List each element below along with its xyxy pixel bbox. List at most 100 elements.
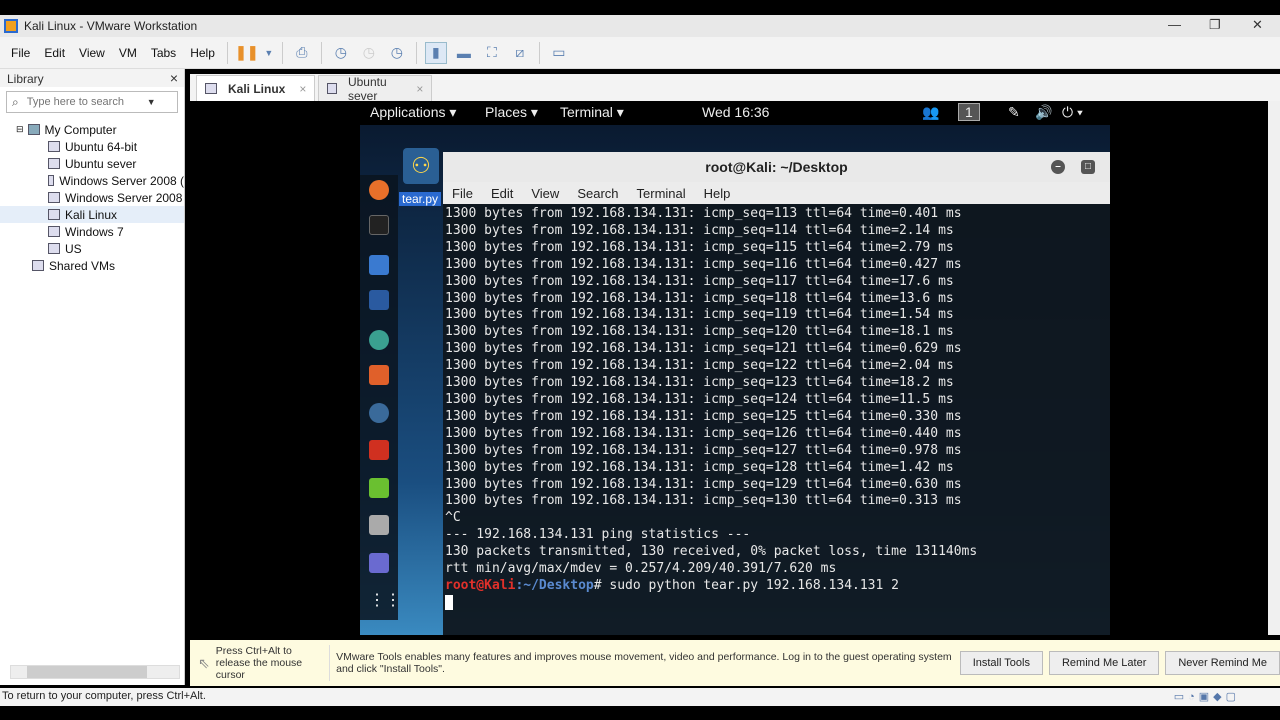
files-icon[interactable] xyxy=(369,255,389,275)
vm-scrollbar[interactable] xyxy=(1268,101,1280,635)
status-text: To return to your computer, press Ctrl+A… xyxy=(2,690,206,702)
python-file-icon[interactable]: ⚇ xyxy=(403,148,439,184)
ping-line: 1300 bytes from 192.168.134.131: icmp_se… xyxy=(445,273,954,289)
screenshot-icon[interactable] xyxy=(369,515,389,535)
tab-ubuntu-sever[interactable]: Ubuntu sever × xyxy=(318,75,433,103)
terminal-menu-view[interactable]: View xyxy=(522,186,568,201)
close-button[interactable]: ✕ xyxy=(1252,17,1263,33)
send-ctrl-alt-del-icon[interactable]: ⎙ xyxy=(291,42,313,64)
snapshot-manager-icon[interactable]: ◷ xyxy=(386,42,408,64)
menu-help[interactable]: Help xyxy=(183,46,222,60)
places-menu[interactable]: Places ▾ xyxy=(485,104,538,121)
ping-line: 1300 bytes from 192.168.134.131: icmp_se… xyxy=(445,206,962,221)
interrupt-line: ^C xyxy=(445,510,461,526)
pen-icon[interactable]: ✎ xyxy=(1008,104,1020,121)
install-tools-button[interactable]: Install Tools xyxy=(959,651,1043,675)
ping-line: 1300 bytes from 192.168.134.131: icmp_se… xyxy=(445,358,954,374)
status-bar: To return to your computer, press Ctrl+A… xyxy=(0,688,1280,706)
maltego-icon[interactable] xyxy=(369,403,389,423)
chevron-down-icon[interactable]: ▼ xyxy=(147,97,156,107)
notes-icon[interactable] xyxy=(369,553,389,573)
terminal-menu-edit[interactable]: Edit xyxy=(482,186,522,201)
console-view-icon[interactable]: ▭ xyxy=(548,42,570,64)
tree-item-vm[interactable]: Windows Server 2008 ( xyxy=(0,172,184,189)
close-tab-icon[interactable]: × xyxy=(416,82,423,96)
clock[interactable]: Wed 16:36 xyxy=(702,104,769,120)
terminal-menu[interactable]: Terminal ▾ xyxy=(560,104,624,121)
menu-view[interactable]: View xyxy=(72,46,112,60)
metasploit-icon[interactable] xyxy=(369,290,389,310)
workspace-indicator[interactable]: 1 xyxy=(958,103,980,121)
fullscreen-icon[interactable]: ⛶ xyxy=(481,42,503,64)
desktop-file-label[interactable]: tear.py xyxy=(399,192,442,206)
terminal-window: root@Kali: ~/Desktop – □ File Edit View … xyxy=(443,152,1110,635)
menu-bar: File Edit View VM Tabs Help ❚❚ ▼ ⎙ ◷ ◷ ◷… xyxy=(0,37,1280,69)
close-tab-icon[interactable]: × xyxy=(299,82,306,96)
thumbnail-bar-icon[interactable]: ▬ xyxy=(453,42,475,64)
revert-snapshot-icon[interactable]: ◷ xyxy=(358,42,380,64)
power-icon[interactable]: ⏻ ▾ xyxy=(1062,104,1083,121)
terminal-menu-bar: File Edit View Search Terminal Help xyxy=(443,182,1110,204)
tree-item-vm[interactable]: US xyxy=(0,240,184,257)
device-icons[interactable]: ▭◔▣◆▢ xyxy=(1174,690,1240,703)
never-remind-button[interactable]: Never Remind Me xyxy=(1165,651,1280,675)
terminal-icon[interactable] xyxy=(369,215,389,235)
library-horizontal-scrollbar[interactable] xyxy=(10,665,180,679)
ping-line: 1300 bytes from 192.168.134.131: icmp_se… xyxy=(445,341,962,357)
tree-item-my-computer[interactable]: ⊟ My Computer xyxy=(0,121,184,138)
ping-line: 1300 bytes from 192.168.134.131: icmp_se… xyxy=(445,307,954,323)
burpsuite-icon[interactable] xyxy=(369,365,389,385)
maximize-icon[interactable]: □ xyxy=(1081,160,1095,174)
tree-item-vm[interactable]: Ubuntu sever xyxy=(0,155,184,172)
library-search[interactable]: ⌕ ▼ xyxy=(6,91,178,113)
minimize-icon[interactable]: – xyxy=(1051,160,1065,174)
show-library-icon[interactable]: ▮ xyxy=(424,41,447,64)
library-close-button[interactable]: × xyxy=(170,70,178,86)
tree-item-vm[interactable]: Ubuntu 64-bit xyxy=(0,138,184,155)
menu-file[interactable]: File xyxy=(4,46,37,60)
stats-rtt: rtt min/avg/max/mdev = 0.257/4.209/40.39… xyxy=(445,561,837,577)
terminal-output[interactable]: 1300 bytes from 192.168.134.131: icmp_se… xyxy=(443,204,1110,614)
tree-item-vm-selected[interactable]: Kali Linux xyxy=(0,206,184,223)
people-icon[interactable]: 👥 xyxy=(922,104,939,121)
firefox-icon[interactable] xyxy=(369,180,389,200)
tree-item-shared-vms[interactable]: Shared VMs xyxy=(0,257,184,274)
tools-message: VMware Tools enables many features and i… xyxy=(336,651,952,675)
terminal-title: root@Kali: ~/Desktop xyxy=(705,159,848,175)
remind-later-button[interactable]: Remind Me Later xyxy=(1048,651,1160,675)
tree-item-vm[interactable]: Windows Server 2008 xyxy=(0,189,184,206)
menu-vm[interactable]: VM xyxy=(112,46,144,60)
window-title: Kali Linux - VMware Workstation xyxy=(24,19,198,33)
search-icon: ⌕ xyxy=(12,94,19,109)
kali-dock: ⋮⋮ xyxy=(360,175,401,620)
armitage-icon[interactable] xyxy=(369,330,389,350)
vm-tree: ⊟ My Computer Ubuntu 64-bit Ubuntu sever … xyxy=(0,117,184,278)
pause-icon[interactable]: ❚❚ xyxy=(235,42,258,64)
library-title: Library xyxy=(7,72,44,86)
vmware-icon xyxy=(4,19,18,33)
release-hint: Press Ctrl+Alt to release the mouse curs… xyxy=(216,645,331,681)
unity-icon[interactable]: ⧄ xyxy=(509,42,531,64)
search-input[interactable] xyxy=(26,96,147,108)
chevron-down-icon[interactable]: ▼ xyxy=(264,42,274,64)
faraday-icon[interactable] xyxy=(369,440,389,460)
ping-line: 1300 bytes from 192.168.134.131: icmp_se… xyxy=(445,408,962,424)
show-apps-icon[interactable]: ⋮⋮ xyxy=(369,590,401,610)
menu-tabs[interactable]: Tabs xyxy=(144,46,183,60)
terminal-menu-search[interactable]: Search xyxy=(568,186,627,201)
snapshot-icon[interactable]: ◷ xyxy=(330,42,352,64)
minimize-button[interactable]: — xyxy=(1168,17,1181,32)
tree-item-vm[interactable]: Windows 7 xyxy=(0,223,184,240)
applications-menu[interactable]: Applications ▾ xyxy=(370,104,456,121)
terminal-menu-file[interactable]: File xyxy=(443,186,482,201)
terminal-menu-help[interactable]: Help xyxy=(695,186,740,201)
ping-line: 1300 bytes from 192.168.134.131: icmp_se… xyxy=(445,324,954,340)
vm-tabs: Kali Linux × Ubuntu sever × xyxy=(190,74,1280,103)
volume-icon[interactable]: 🔊 xyxy=(1035,104,1052,121)
terminal-menu-terminal[interactable]: Terminal xyxy=(628,186,695,201)
restore-button[interactable]: ❐ xyxy=(1209,17,1221,33)
ping-line: 1300 bytes from 192.168.134.131: icmp_se… xyxy=(445,442,962,458)
menu-edit[interactable]: Edit xyxy=(37,46,72,60)
tab-kali-linux[interactable]: Kali Linux × xyxy=(196,75,316,101)
leafpad-icon[interactable] xyxy=(369,478,389,498)
